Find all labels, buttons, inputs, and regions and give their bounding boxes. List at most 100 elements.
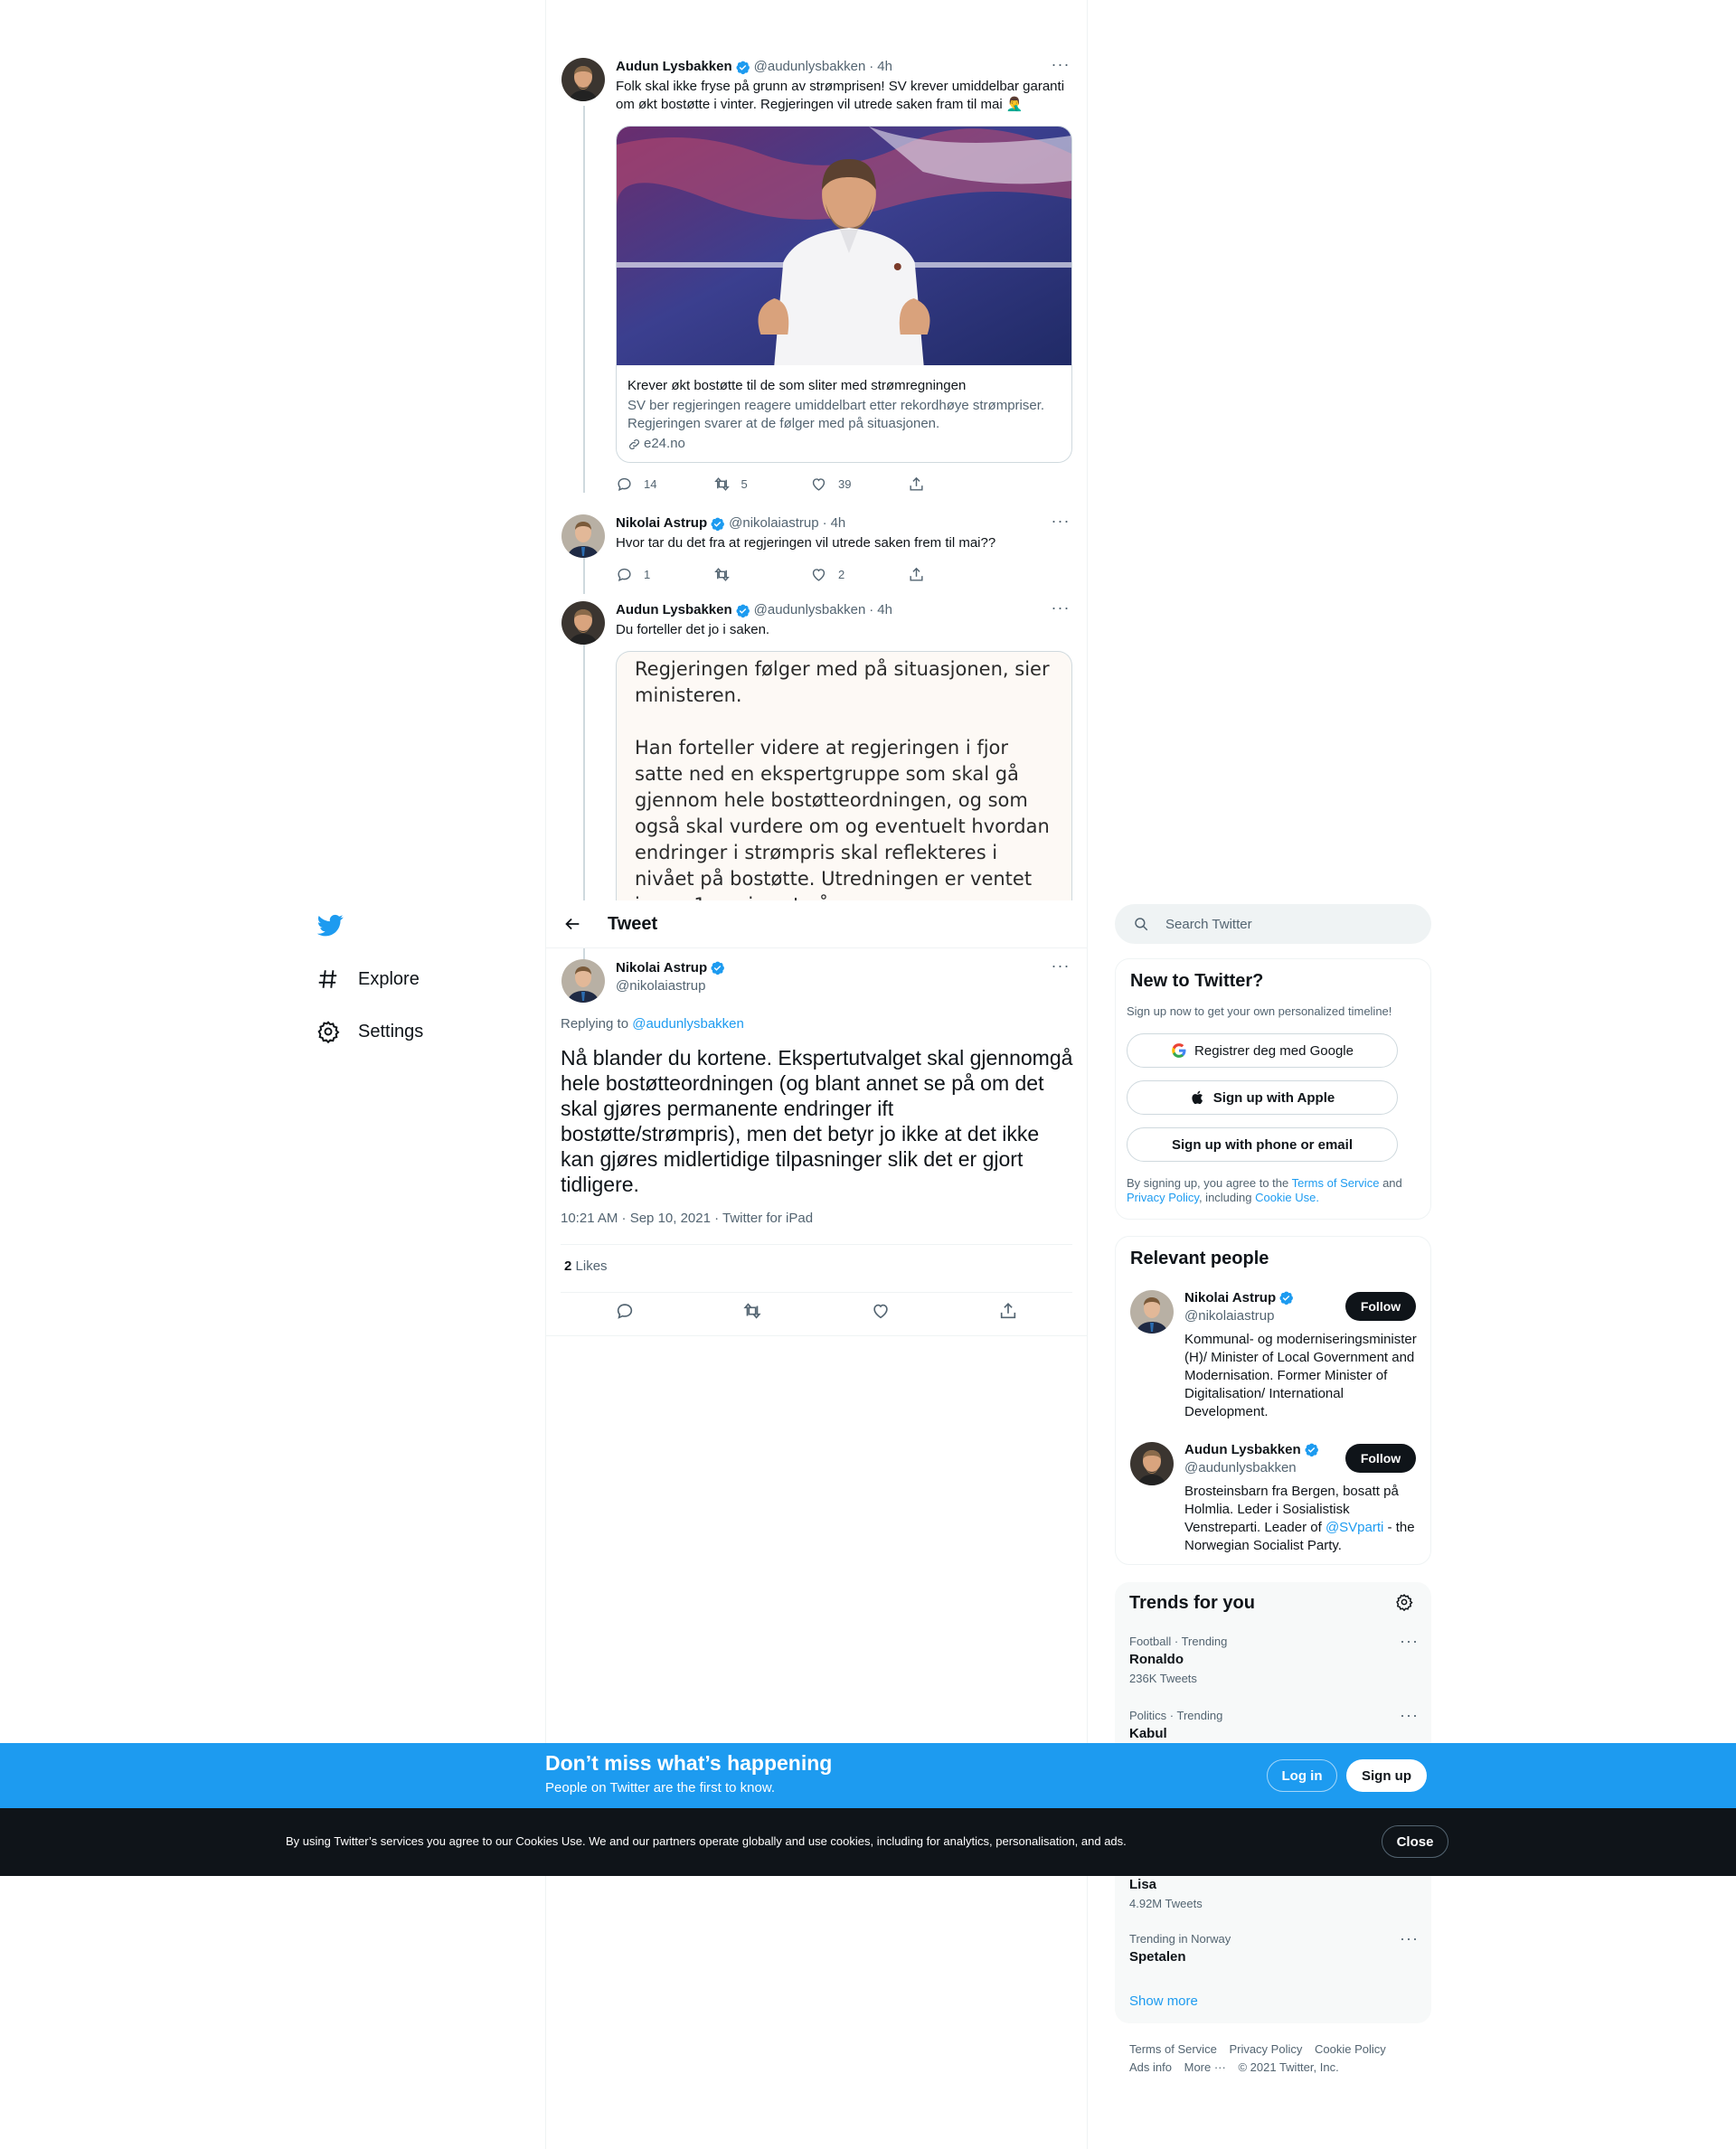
trend-name: Spetalen — [1129, 1949, 1186, 1965]
thread-tweet[interactable]: Nikolai Astrup @nikolaiastrup · 4h ··· H… — [546, 513, 1087, 587]
cookie-link[interactable]: Cookie Use. — [1255, 1191, 1319, 1204]
more-icon[interactable]: ··· — [1051, 56, 1071, 78]
person-name[interactable]: Nikolai Astrup — [1184, 1290, 1276, 1305]
login-button[interactable]: Log in — [1267, 1759, 1337, 1792]
footer-link[interactable]: Cookie Policy — [1315, 2042, 1386, 2056]
reply-button[interactable]: 1 — [616, 563, 713, 585]
divider — [546, 1335, 1087, 1336]
like-button[interactable]: 39 — [810, 473, 908, 495]
more-icon[interactable]: ··· — [1051, 513, 1071, 534]
more-icon[interactable]: ··· — [1400, 1633, 1419, 1649]
cookie-banner: By using Twitter’s services you agree to… — [0, 1808, 1736, 1876]
signup-button[interactable]: Sign up — [1346, 1759, 1427, 1792]
thread-tweet[interactable]: Audun Lysbakken @audunlysbakken · 4h ···… — [546, 599, 1087, 913]
trend-count: 4.92M Tweets — [1129, 1897, 1203, 1910]
back-arrow-icon[interactable] — [562, 914, 582, 934]
trend-item[interactable]: Football · Trending Ronaldo 236K Tweets … — [1129, 1633, 1419, 1685]
author-name[interactable]: Audun Lysbakken — [616, 601, 732, 619]
footer-link[interactable]: More ··· — [1184, 2060, 1226, 2074]
search-input[interactable] — [1165, 916, 1419, 932]
person-item[interactable]: Audun Lysbakken @audunlysbakken Brostein… — [1116, 1442, 1430, 1560]
tweet-image[interactable]: Regjeringen følger med på situasjonen, s… — [616, 651, 1072, 913]
hashtag-icon — [318, 970, 337, 988]
share-button[interactable] — [908, 473, 1005, 495]
trend-category: Trending in Norway — [1129, 1932, 1231, 1946]
relevant-people-panel: Relevant people Nikolai Astrup @nikolaia… — [1115, 1236, 1431, 1565]
person-bio: Kommunal- og moderniseringsminister (H)/… — [1184, 1332, 1417, 1419]
author-name[interactable]: Audun Lysbakken — [616, 58, 732, 76]
follow-button[interactable]: Follow — [1345, 1444, 1416, 1473]
replying-to-link[interactable]: @audunlysbakken — [632, 1016, 744, 1032]
reply-icon — [616, 476, 633, 493]
footer-link[interactable]: Privacy Policy — [1229, 2042, 1302, 2056]
phone-email-signup-button[interactable]: Sign up with phone or email — [1127, 1127, 1398, 1162]
svparti-link[interactable]: @SVparti — [1326, 1520, 1383, 1535]
google-signup-button[interactable]: Registrer deg med Google — [1127, 1033, 1398, 1068]
card-description: SV ber regjeringen reagere umiddelbart e… — [627, 398, 1045, 431]
trend-item[interactable]: Lisa 4.92M Tweets — [1129, 1873, 1419, 1910]
close-button[interactable]: Close — [1382, 1825, 1448, 1858]
tweet-time[interactable]: 4h — [877, 58, 892, 76]
footer-link[interactable]: Terms of Service — [1129, 2042, 1217, 2056]
image-paragraph: Regjeringen følger med på situasjonen, s… — [635, 658, 1050, 706]
trend-count: 236K Tweets — [1129, 1672, 1197, 1685]
avatar[interactable] — [1130, 1290, 1174, 1334]
avatar[interactable] — [561, 514, 605, 558]
search-bar[interactable] — [1115, 904, 1431, 944]
more-icon[interactable]: ··· — [1400, 1930, 1419, 1946]
author-handle: @audunlysbakken — [753, 602, 866, 617]
divider — [561, 1244, 1072, 1245]
twitter-bird-icon[interactable] — [316, 911, 344, 938]
trend-item[interactable]: Trending in Norway Spetalen ··· — [1129, 1930, 1419, 1969]
reply-icon[interactable] — [615, 1301, 635, 1321]
link-card[interactable]: Krever økt bostøtte til de som sliter me… — [616, 126, 1072, 463]
nav-explore[interactable]: Explore — [316, 961, 420, 997]
footer-link[interactable]: Ads info — [1129, 2060, 1172, 2074]
author-handle: @nikolaiastrup — [729, 515, 819, 531]
search-icon — [1135, 918, 1148, 931]
panel-subtitle: Sign up now to get your own personalized… — [1127, 1004, 1392, 1018]
avatar[interactable] — [1130, 1442, 1174, 1485]
share-button[interactable] — [908, 563, 1005, 585]
verified-icon — [710, 516, 725, 532]
author-name[interactable]: Nikolai Astrup — [616, 960, 707, 976]
tweet-time[interactable]: 4h — [877, 601, 892, 619]
link-icon — [629, 438, 639, 449]
privacy-link[interactable]: Privacy Policy — [1127, 1191, 1199, 1204]
more-icon[interactable]: ··· — [1400, 1707, 1419, 1723]
more-icon[interactable]: ··· — [1051, 957, 1071, 979]
like-button[interactable]: 2 — [810, 563, 908, 585]
retweet-icon[interactable] — [742, 1301, 762, 1321]
retweet-button[interactable]: 5 — [713, 473, 811, 495]
person-item[interactable]: Nikolai Astrup @nikolaiastrup Kommunal- … — [1116, 1290, 1430, 1426]
retweet-button[interactable] — [713, 563, 811, 585]
avatar[interactable] — [561, 58, 605, 101]
cookie-text: By using Twitter’s services you agree to… — [286, 1834, 1127, 1848]
like-icon[interactable] — [871, 1301, 891, 1321]
author-name[interactable]: Nikolai Astrup — [616, 514, 707, 533]
page-title: Tweet — [608, 913, 658, 934]
retweet-icon — [713, 566, 731, 583]
likes-count[interactable]: 2 Likes — [564, 1258, 608, 1274]
trend-item[interactable]: Politics · Trending Kabul ··· — [1129, 1707, 1419, 1746]
thread-line — [583, 948, 585, 959]
more-icon[interactable]: ··· — [1051, 599, 1071, 621]
retweet-icon — [713, 476, 731, 493]
avatar[interactable] — [561, 601, 605, 645]
avatar[interactable] — [561, 959, 605, 1003]
tweet-time[interactable]: 4h — [831, 514, 846, 533]
terms-link[interactable]: Terms of Service — [1292, 1176, 1380, 1190]
share-icon[interactable] — [998, 1301, 1018, 1321]
nav-settings[interactable]: Settings — [316, 1013, 423, 1050]
image-paragraph: Han forteller videre at regjeringen i fj… — [635, 737, 1050, 913]
apple-signup-button[interactable]: Sign up with Apple — [1127, 1080, 1398, 1115]
show-more-link[interactable]: Show more — [1129, 1993, 1198, 2009]
thread-tweet[interactable]: Audun Lysbakken @audunlysbakken · 4h ···… — [546, 56, 1087, 501]
reply-button[interactable]: 14 — [616, 473, 713, 495]
follow-button[interactable]: Follow — [1345, 1292, 1416, 1321]
tweet-meta[interactable]: 10:21 AM · Sep 10, 2021 · Twitter for iP… — [561, 1211, 813, 1226]
gear-icon[interactable] — [1395, 1593, 1413, 1611]
trend-name: Ronaldo — [1129, 1652, 1184, 1667]
person-name[interactable]: Audun Lysbakken — [1184, 1442, 1301, 1457]
nav-settings-label: Settings — [358, 1021, 424, 1042]
